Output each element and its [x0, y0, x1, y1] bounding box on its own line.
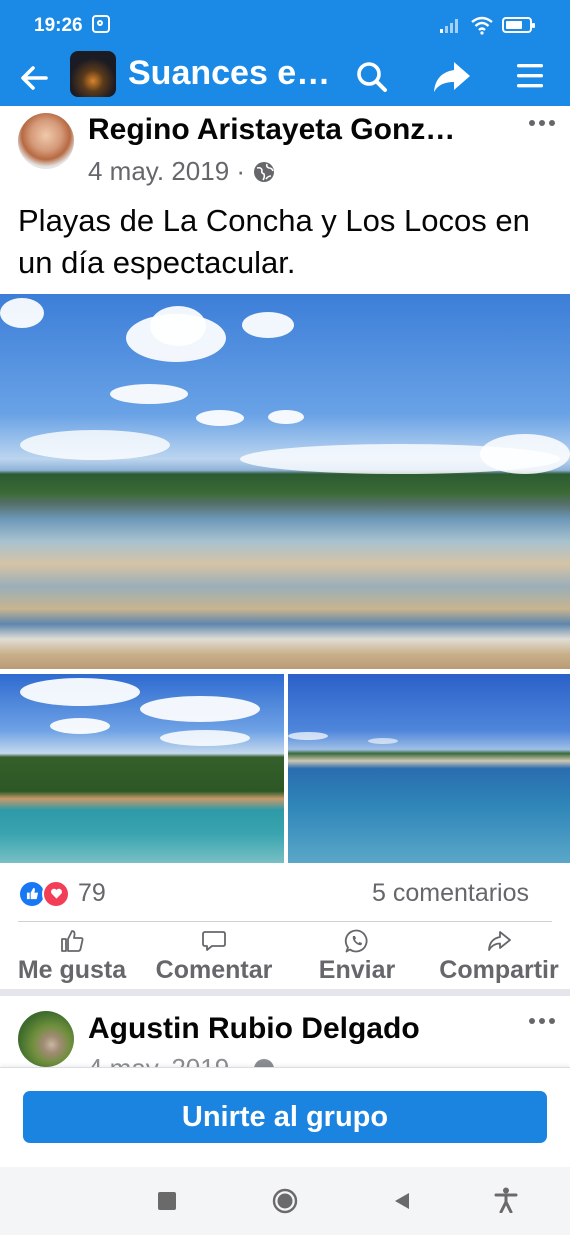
top-bar: 19:26 Suances e…: [0, 0, 570, 106]
comment-button[interactable]: Comentar: [150, 928, 278, 984]
thumbs-up-icon: [61, 930, 84, 952]
status-bar: 19:26: [0, 0, 570, 50]
post-text: Playas de La Concha y Los Locos en un dí…: [18, 203, 530, 280]
page-title: Suances e…: [128, 54, 331, 92]
comment-label: Comentar: [155, 956, 273, 984]
like-label: Me gusta: [17, 956, 127, 984]
more-options-icon[interactable]: [528, 1016, 556, 1026]
post-author[interactable]: Regino Aristayeta Gonz…: [88, 113, 455, 147]
home-icon[interactable]: [272, 1188, 298, 1214]
group-thumbnail[interactable]: [70, 51, 116, 97]
app-bar: Suances e…: [0, 50, 570, 106]
share-label: Compartir: [439, 956, 559, 984]
back-arrow-icon[interactable]: [16, 60, 52, 96]
post-separator: [0, 989, 570, 996]
post-date[interactable]: 4 may. 2019 ·: [88, 156, 245, 187]
post-meta: 4 may. 2019 ·: [88, 156, 275, 187]
post-photo-right[interactable]: [288, 674, 570, 863]
status-time: 19:26: [34, 15, 83, 36]
divider: [18, 921, 552, 922]
accessibility-icon[interactable]: [494, 1187, 518, 1213]
send-label: Enviar: [318, 956, 396, 984]
like-button[interactable]: Me gusta: [10, 928, 134, 984]
more-options-icon[interactable]: [528, 118, 556, 128]
comment-count[interactable]: 5 comentarios: [372, 879, 529, 908]
share-icon: [488, 931, 511, 951]
reaction-count: 79: [78, 879, 106, 907]
recent-apps-icon[interactable]: [158, 1192, 176, 1210]
back-triangle-icon[interactable]: [392, 1191, 412, 1211]
battery-icon: [502, 17, 535, 33]
join-group-button[interactable]: Unirte al grupo: [23, 1091, 547, 1143]
wifi-icon: [471, 16, 493, 35]
share-icon[interactable]: [432, 58, 472, 96]
signal-icon: [440, 19, 458, 33]
system-nav-bar: [0, 1167, 570, 1235]
menu-icon[interactable]: [516, 61, 544, 91]
post-photo-main[interactable]: [0, 294, 570, 669]
love-reaction-icon: [42, 879, 70, 908]
share-post-button[interactable]: Compartir: [432, 928, 566, 984]
join-bar: Unirte al grupo: [0, 1067, 570, 1168]
post-photo-left[interactable]: [0, 674, 284, 863]
globe-icon: [254, 161, 275, 182]
post-author[interactable]: Agustin Rubio Delgado: [88, 1012, 420, 1046]
search-icon[interactable]: [354, 59, 390, 95]
author-avatar[interactable]: [18, 1011, 74, 1067]
send-button[interactable]: Enviar: [312, 928, 402, 984]
instagram-icon: [92, 15, 110, 33]
comment-icon: [202, 931, 226, 951]
reaction-summary[interactable]: 79: [18, 879, 106, 908]
whatsapp-icon: [344, 929, 368, 953]
author-avatar[interactable]: [18, 113, 74, 169]
